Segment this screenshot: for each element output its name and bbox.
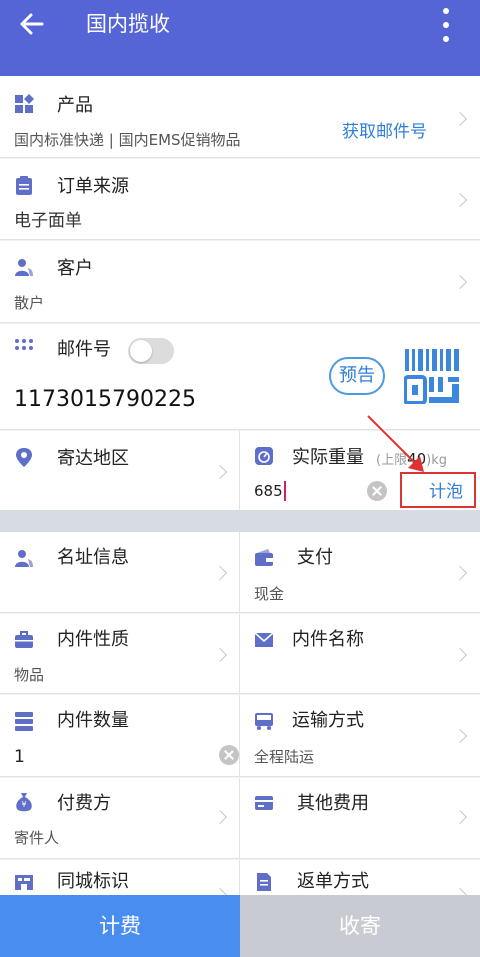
address-info-cell[interactable]: 名址信息	[0, 532, 240, 613]
return-method-label: 返单方式	[297, 871, 369, 892]
chevron-right-icon	[452, 192, 468, 208]
chevron-right-icon	[452, 809, 468, 825]
wallet-icon	[255, 549, 273, 566]
weight-input[interactable]: 685	[254, 481, 286, 501]
payment-label: 支付	[297, 547, 333, 568]
red-arrow-icon	[367, 415, 424, 472]
mail-number-label: 邮件号	[57, 339, 111, 360]
truck-icon	[255, 713, 273, 730]
content-nature-cell[interactable]: 内件性质 物品	[0, 614, 240, 694]
money-bag-icon: ¥	[16, 793, 32, 812]
content-nature-label: 内件性质	[57, 629, 129, 650]
product-value: 国内标准快递 | 国内EMS促销物品	[14, 131, 241, 149]
content-nature-value: 物品	[14, 666, 45, 684]
product-grid-icon	[15, 94, 34, 113]
product-row[interactable]: 产品 国内标准快递 | 国内EMS促销物品 获取邮件号	[0, 76, 480, 158]
region-cell[interactable]: 寄达地区	[0, 431, 240, 511]
payer-label: 付费方	[57, 793, 111, 814]
stack-icon	[15, 712, 33, 731]
get-mail-number-button[interactable]: 获取邮件号	[342, 121, 427, 143]
content-count-input[interactable]: 1	[14, 747, 25, 767]
briefcase-icon	[15, 631, 33, 648]
content-name-label: 内件名称	[292, 629, 364, 650]
chevron-right-icon	[452, 728, 468, 744]
content-name-cell[interactable]: 内件名称	[240, 614, 480, 694]
region-label: 寄达地区	[57, 448, 129, 469]
section-gap	[0, 510, 480, 532]
transport-label: 运输方式	[292, 710, 364, 731]
payment-value: 现金	[254, 585, 285, 603]
same-city-cell[interactable]: 同城标识	[0, 860, 240, 903]
address-info-label: 名址信息	[57, 547, 129, 568]
location-pin-icon	[16, 448, 32, 467]
transport-value: 全程陆运	[254, 748, 315, 766]
page-title: 国内揽收	[86, 12, 170, 36]
mail-number-toggle[interactable]	[128, 338, 174, 364]
return-method-cell[interactable]: 返单方式	[240, 860, 480, 903]
mail-number-value[interactable]: 1173015790225	[14, 386, 196, 414]
content-count-label: 内件数量	[57, 710, 129, 731]
receive-button[interactable]: 收寄	[240, 895, 480, 957]
chevron-right-icon	[452, 647, 468, 663]
chevron-right-icon	[452, 274, 468, 290]
same-city-label: 同城标识	[57, 871, 129, 892]
back-arrow-icon[interactable]	[18, 10, 46, 38]
customer-row[interactable]: 客户 散户	[0, 241, 480, 323]
chevron-right-icon	[212, 565, 228, 581]
barcode-scan-icon[interactable]	[404, 348, 460, 404]
notice-button[interactable]: 预告	[329, 357, 385, 395]
chevron-right-icon	[212, 464, 228, 480]
order-source-row[interactable]: 订单来源 电子面单	[0, 159, 480, 240]
chevron-right-icon	[452, 111, 468, 127]
chevron-right-icon	[452, 565, 468, 581]
transport-cell[interactable]: 运输方式 全程陆运	[240, 695, 480, 777]
payment-cell[interactable]: 支付 现金	[240, 532, 480, 613]
chevron-right-icon	[212, 647, 228, 663]
shop-icon	[15, 875, 33, 890]
payer-cell[interactable]: ¥ 付费方 寄件人	[0, 778, 240, 859]
other-fees-label: 其他费用	[297, 793, 369, 814]
customer-value: 散户	[14, 294, 45, 312]
content-count-cell: 内件数量 1	[0, 695, 240, 777]
envelope-icon	[254, 632, 274, 647]
product-label: 产品	[57, 95, 93, 116]
weight-label: 实际重量	[292, 447, 364, 468]
order-source-value: 电子面单	[14, 211, 82, 231]
payer-value: 寄件人	[14, 829, 60, 847]
clear-icon[interactable]	[367, 481, 387, 501]
more-vertical-icon[interactable]	[442, 8, 450, 42]
customer-label: 客户	[57, 258, 93, 279]
calculate-fee-button[interactable]: 计费	[0, 895, 240, 957]
dots-grid-icon	[15, 339, 33, 350]
other-fees-cell[interactable]: 其他费用	[240, 778, 480, 859]
chevron-right-icon	[212, 809, 228, 825]
svg-text:¥: ¥	[21, 800, 26, 809]
document-icon	[257, 873, 271, 891]
card-icon	[255, 796, 273, 810]
app-bar: 国内揽收	[0, 0, 480, 76]
scale-icon	[255, 447, 273, 465]
person-icon	[15, 550, 33, 567]
order-source-label: 订单来源	[57, 176, 129, 197]
person-icon	[15, 259, 33, 276]
clear-icon[interactable]	[219, 745, 239, 765]
clipboard-icon	[16, 176, 32, 195]
